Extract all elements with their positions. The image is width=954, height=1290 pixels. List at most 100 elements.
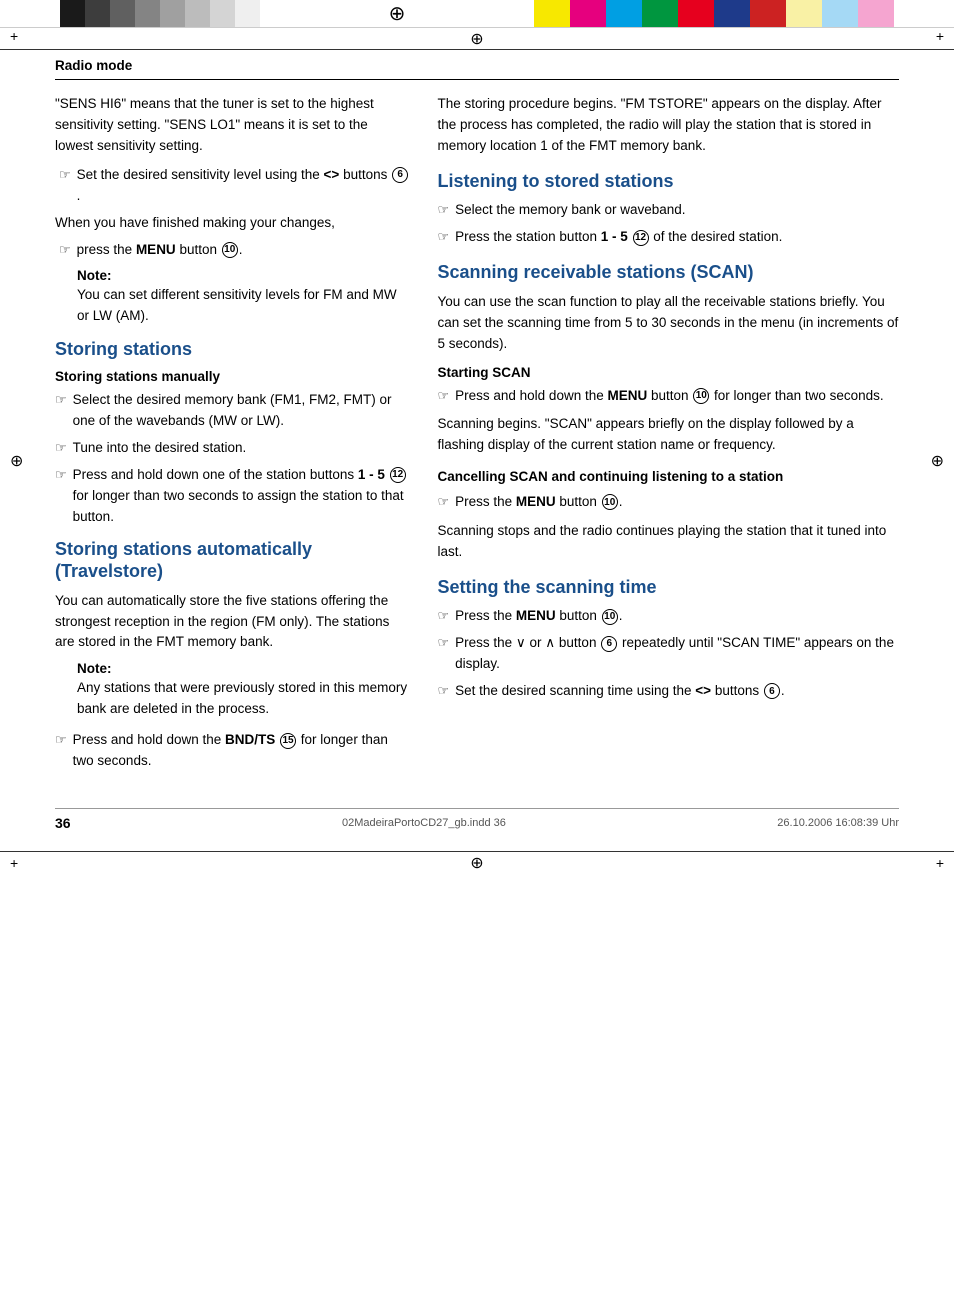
- badge-6c: 6: [764, 683, 780, 699]
- bullet-cancel-scan-text: Press the MENU button 10.: [455, 492, 622, 513]
- arrow-icon-10: ☞: [437, 494, 449, 510]
- bullet-tune: ☞ Tune into the desired station.: [55, 438, 409, 459]
- auto-store-text: You can automatically store the five sta…: [55, 591, 409, 654]
- scan-title: Scanning receivable stations (SCAN): [437, 262, 899, 284]
- listening-title: Listening to stored stations: [437, 171, 899, 193]
- bullet-hold-menu-text: Press and hold down the MENU button 10 f…: [455, 386, 884, 407]
- note-block-1: Note: You can set different sensitivity …: [77, 268, 409, 327]
- color-gray3: [160, 0, 185, 27]
- reg-mark-mid-right: ⊕: [931, 451, 944, 471]
- auto-store-title: Storing stations automatically (Travelst…: [55, 539, 409, 582]
- bullet-updown-text: Press the ∨ or ∧ button 6 repeatedly unt…: [455, 633, 899, 675]
- starting-scan-title: Starting SCAN: [437, 365, 899, 380]
- arrow-icon-8: ☞: [437, 229, 449, 245]
- footer-date-info: 26.10.2006 16:08:39 Uhr: [777, 817, 899, 829]
- arrow-icon-2: ☞: [59, 242, 71, 258]
- color-lt-cyan: [822, 0, 858, 27]
- note-label-1: Note:: [77, 268, 409, 283]
- bullet-set-time: ☞ Set the desired scanning time using th…: [437, 681, 899, 702]
- bullet-hold-menu: ☞ Press and hold down the MENU button 10…: [437, 386, 899, 407]
- color-magenta: [570, 0, 606, 27]
- arrow-icon-9: ☞: [437, 388, 449, 404]
- arrow-icon-6: ☞: [55, 732, 67, 748]
- badge-6: 6: [392, 167, 408, 183]
- note-text-2: Any stations that were previously stored…: [77, 678, 409, 720]
- setting-title: Setting the scanning time: [437, 577, 899, 599]
- page-header: Radio mode: [55, 50, 899, 80]
- reg-mark-bottom-right: +: [936, 855, 944, 871]
- bullet-set-time-text: Set the desired scanning time using the …: [455, 681, 785, 702]
- bullet-cancel-scan: ☞ Press the MENU button 10.: [437, 492, 899, 513]
- bullet-bndts-text: Press and hold down the BND/TS 15 for lo…: [73, 730, 410, 772]
- bullet-select-bank-text: Select the desired memory bank (FM1, FM2…: [73, 390, 410, 432]
- page-number: 36: [55, 815, 71, 831]
- note-block-2: Note: Any stations that were previously …: [77, 661, 409, 720]
- badge-10b: 10: [693, 388, 709, 404]
- badge-6b: 6: [601, 636, 617, 652]
- reg-mark-top-right: +: [936, 28, 944, 44]
- color-cyan: [606, 0, 642, 27]
- color-lt-magenta: [858, 0, 894, 27]
- center-crosshair-icon: ⊕: [389, 1, 406, 26]
- bullet-tune-text: Tune into the desired station.: [73, 438, 247, 459]
- bullet-select-waveband: ☞ Select the memory bank or waveband.: [437, 200, 899, 221]
- color-lt-yellow: [786, 0, 822, 27]
- arrow-icon-3: ☞: [55, 392, 67, 408]
- page-footer: 36 02MadeiraPortoCD27_gb.indd 36 26.10.2…: [55, 808, 899, 831]
- bullet-sensitivity-text: Set the desired sensitivity level using …: [77, 165, 410, 207]
- reg-mark-bottom-left: +: [10, 855, 18, 871]
- color-gray4: [185, 0, 210, 27]
- storing-stations-title: Storing stations: [55, 339, 409, 361]
- color-gray2: [135, 0, 160, 27]
- changes-text: When you have finished making your chang…: [55, 213, 409, 234]
- bullet-menu-text: press the MENU button 10.: [77, 240, 243, 261]
- storing-proc-text: The storing procedure begins. "FM TSTORE…: [437, 94, 899, 157]
- arrow-icon-12: ☞: [437, 635, 449, 651]
- badge-15: 15: [280, 733, 296, 749]
- bullet-hold-station: ☞ Press and hold down one of the station…: [55, 465, 409, 528]
- arrow-icon-11: ☞: [437, 608, 449, 624]
- bullet-hold-station-text: Press and hold down one of the station b…: [73, 465, 410, 528]
- note-text-1: You can set different sensitivity levels…: [77, 285, 409, 327]
- intro-paragraph: "SENS HI6" means that the tuner is set t…: [55, 94, 409, 157]
- color-green: [642, 0, 678, 27]
- color-red2: [750, 0, 786, 27]
- badge-10c: 10: [602, 494, 618, 510]
- bullet-select-waveband-text: Select the memory bank or waveband.: [455, 200, 685, 221]
- bullet-setting-menu: ☞ Press the MENU button 10.: [437, 606, 899, 627]
- bullet-updown: ☞ Press the ∨ or ∧ button 6 repeatedly u…: [437, 633, 899, 675]
- bullet-setting-menu-text: Press the MENU button 10.: [455, 606, 622, 627]
- center-cross-top: ⊕: [470, 29, 483, 49]
- arrow-icon-13: ☞: [437, 683, 449, 699]
- badge-10d: 10: [602, 609, 618, 625]
- cancel-scan-title: Cancelling SCAN and continuing listening…: [437, 468, 899, 486]
- color-gray5: [210, 0, 235, 27]
- reg-mark-top-left: +: [10, 28, 18, 44]
- footer-file-info: 02MadeiraPortoCD27_gb.indd 36: [342, 817, 506, 829]
- storing-manual-title: Storing stations manually: [55, 369, 409, 384]
- arrow-icon-5: ☞: [55, 467, 67, 483]
- badge-12b: 12: [633, 230, 649, 246]
- bullet-select-bank: ☞ Select the desired memory bank (FM1, F…: [55, 390, 409, 432]
- center-cross-bottom: ⊕: [470, 853, 483, 873]
- badge-12: 12: [390, 467, 406, 483]
- color-yellow: [534, 0, 570, 27]
- scan-text: You can use the scan function to play al…: [437, 292, 899, 355]
- arrow-icon-4: ☞: [55, 440, 67, 456]
- arrow-icon-7: ☞: [437, 202, 449, 218]
- color-red: [678, 0, 714, 27]
- right-column: The storing procedure begins. "FM TSTORE…: [437, 94, 899, 708]
- page-header-title: Radio mode: [55, 58, 132, 73]
- color-gray1: [110, 0, 135, 27]
- arrow-icon-1: ☞: [59, 167, 71, 183]
- badge-10: 10: [222, 242, 238, 258]
- color-black: [60, 0, 85, 27]
- cancel-text: Scanning stops and the radio continues p…: [437, 521, 899, 563]
- reg-mark-mid-left: ⊕: [10, 451, 23, 471]
- note-label-2: Note:: [77, 661, 409, 676]
- color-white: [235, 0, 260, 27]
- bullet-bndts: ☞ Press and hold down the BND/TS 15 for …: [55, 730, 409, 772]
- bullet-sensitivity: ☞ Set the desired sensitivity level usin…: [55, 165, 409, 207]
- left-column: "SENS HI6" means that the tuner is set t…: [55, 94, 409, 778]
- bullet-menu-press: ☞ press the MENU button 10.: [55, 240, 409, 261]
